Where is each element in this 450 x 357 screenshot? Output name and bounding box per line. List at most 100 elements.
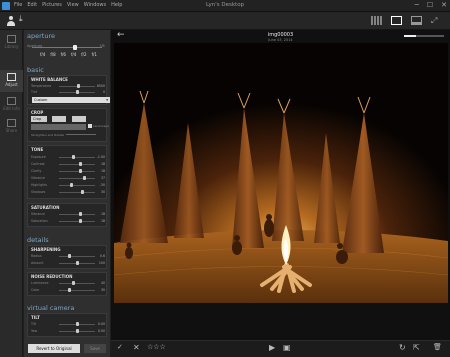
- image-date: June 03, 2014: [268, 38, 293, 42]
- slider-row[interactable]: Clarity 18: [31, 169, 105, 174]
- slider-knob[interactable]: [79, 162, 83, 166]
- nav-share[interactable]: Share: [0, 116, 23, 138]
- crop-height-input[interactable]: [72, 116, 86, 122]
- white-balance-preset-select[interactable]: Custom ▾: [32, 97, 110, 103]
- maximize-button[interactable]: ☐: [427, 1, 433, 9]
- aperture-stop[interactable]: f/8: [50, 52, 55, 57]
- landscape-checkbox[interactable]: [88, 124, 92, 128]
- close-button[interactable]: ✕: [441, 1, 447, 9]
- nav-adjust[interactable]: Adjust: [0, 70, 23, 92]
- slider-row[interactable]: Contrast 18: [31, 162, 105, 167]
- group-title: CROP: [31, 110, 44, 115]
- crop-width-input[interactable]: [52, 116, 66, 122]
- trash-icon[interactable]: 🗑: [433, 343, 442, 351]
- section-basic: basic: [27, 66, 44, 74]
- export-icon[interactable]: ⇱: [413, 343, 420, 352]
- section-details: details: [27, 236, 49, 244]
- revert-button[interactable]: Revert to Original: [28, 344, 80, 353]
- share-icon: [7, 119, 16, 127]
- title-bar: File Edit Pictures View Windows Help Lyn…: [0, 0, 450, 12]
- white-balance-group: WHITE BALANCE Temperature 6500 Tint 0 Cust…: [27, 75, 110, 105]
- slider-knob[interactable]: [70, 183, 74, 187]
- aperture-stop[interactable]: f/4: [71, 52, 76, 57]
- slider-knob[interactable]: [75, 90, 79, 94]
- image-viewer: ← img00003 June 03, 2014: [111, 30, 450, 340]
- landscape-label: Landscape: [93, 124, 110, 128]
- slider-row[interactable]: Vibrance 18: [31, 212, 105, 217]
- aperture-stop[interactable]: f/1: [92, 52, 97, 57]
- slideshow-icon[interactable]: ▣: [283, 343, 291, 352]
- slider-row[interactable]: Tilt 0.00: [31, 322, 105, 327]
- sharpening-group: SHARPENING Radius 0.6 Amount 100: [27, 245, 107, 269]
- grid-view-icon[interactable]: [371, 16, 382, 25]
- slider-knob[interactable]: [79, 219, 83, 223]
- filmstrip-view-icon[interactable]: [411, 16, 422, 25]
- slider-knob[interactable]: [68, 254, 72, 258]
- group-title: SATURATION: [31, 205, 60, 210]
- slider-knob[interactable]: [79, 169, 83, 173]
- save-button[interactable]: Save: [84, 344, 106, 353]
- aperture-slider[interactable]: [32, 47, 102, 48]
- slider-row[interactable]: Radius 0.6: [31, 254, 105, 259]
- slider-row[interactable]: Shadows 30: [31, 190, 105, 195]
- window-title: Lyn's Desktop: [205, 2, 245, 8]
- slider-knob[interactable]: [82, 176, 86, 180]
- user-icon[interactable]: [5, 15, 17, 27]
- slider-knob[interactable]: [79, 212, 83, 216]
- slider-knob[interactable]: [75, 329, 79, 333]
- nav-edit-info[interactable]: Edit Info: [0, 94, 23, 116]
- rotate-icon[interactable]: ↻: [399, 343, 406, 352]
- toolbar: ⤓ ⤢: [0, 12, 450, 30]
- slider-row[interactable]: Exposure -1.00: [31, 155, 105, 160]
- aperture-stop[interactable]: f/2: [81, 52, 86, 57]
- slider-knob[interactable]: [71, 155, 75, 159]
- single-view-icon[interactable]: [391, 16, 402, 25]
- slider-row[interactable]: Saturation 18: [31, 219, 105, 224]
- minimize-button[interactable]: ─: [415, 1, 419, 9]
- slider-knob[interactable]: [75, 322, 79, 326]
- info-icon: [7, 97, 16, 105]
- slider-row[interactable]: Luminance 40: [31, 281, 105, 286]
- slider-row[interactable]: Tint 0: [31, 90, 105, 95]
- photo: [114, 43, 448, 303]
- slider-row[interactable]: Vibrance 37: [31, 176, 105, 181]
- bottom-toolbar: ✓ ✕ ☆☆☆ ▶ ▣ ↻ ⇱ 🗑: [111, 340, 450, 357]
- section-virtual-camera: virtual camera: [27, 304, 75, 312]
- slider-knob[interactable]: [75, 261, 79, 265]
- section-aperture: aperture: [27, 32, 55, 40]
- aperture-stop[interactable]: f/6: [61, 52, 66, 57]
- zoom-slider[interactable]: [404, 35, 444, 37]
- slider-row[interactable]: Amount 100: [31, 261, 105, 266]
- slider-row[interactable]: Color 30: [31, 288, 105, 293]
- nav-library[interactable]: Library: [0, 32, 23, 54]
- slider-row[interactable]: Temperature 6500: [31, 84, 105, 89]
- rotation-slider[interactable]: [66, 134, 96, 135]
- tilt-group: TILT Tilt 0.00 Yaw 0.00: [27, 313, 107, 337]
- slider-knob[interactable]: [68, 288, 72, 292]
- slider-row[interactable]: Highlights -30: [31, 183, 105, 188]
- crop-mode-select[interactable]: Crop: [31, 116, 47, 122]
- adjust-icon: [7, 73, 16, 81]
- crop-group: CROP Crop Landscape Straighten and Rotat…: [27, 108, 110, 142]
- star-rating[interactable]: ☆☆☆: [147, 343, 166, 351]
- slider-knob[interactable]: [80, 190, 84, 194]
- slider-knob[interactable]: [77, 84, 81, 88]
- adjust-panel: aperture Aperture f/8 f/4 f/8 f/6 f/4 f/…: [24, 30, 110, 357]
- play-icon[interactable]: ▶: [269, 343, 275, 352]
- aperture-slider-knob[interactable]: [73, 45, 78, 50]
- aperture-stop[interactable]: f/4: [40, 52, 45, 57]
- library-icon: [7, 35, 16, 43]
- check-icon[interactable]: ✓: [117, 343, 123, 351]
- reject-icon[interactable]: ✕: [133, 343, 140, 352]
- slider-knob[interactable]: [71, 281, 75, 285]
- saturation-group: SATURATION Vibrance 18 Saturation 18: [27, 203, 107, 227]
- download-icon[interactable]: ⤓: [19, 14, 23, 24]
- crop-ratio-select[interactable]: [31, 124, 86, 130]
- side-nav: Library Adjust Edit Info Share: [0, 30, 23, 357]
- group-title: TILT: [31, 315, 40, 320]
- noise-reduction-group: NOISE REDUCTION Luminance 40 Color 30: [27, 272, 107, 296]
- campfire-photo: [114, 43, 448, 303]
- fullscreen-icon[interactable]: ⤢: [431, 16, 440, 25]
- slider-row[interactable]: Yaw 0.00: [31, 329, 105, 334]
- group-title: WHITE BALANCE: [31, 77, 68, 82]
